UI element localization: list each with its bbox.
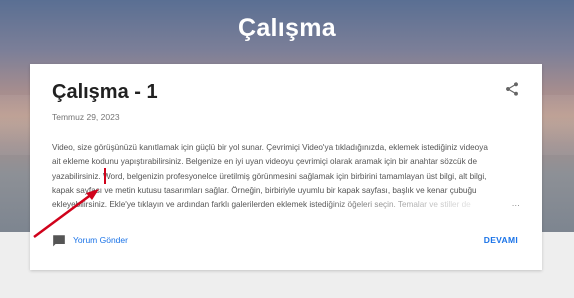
post-date[interactable]: Temmuz 29, 2023 <box>52 112 120 122</box>
snippet-line: ait ekleme kodunu yapıştırabilirsiniz. B… <box>52 157 478 167</box>
share-icon[interactable] <box>504 81 520 97</box>
comment-icon[interactable] <box>52 234 66 247</box>
blog-title[interactable]: Çalışma <box>0 14 574 43</box>
read-more-link[interactable]: DEVAMI <box>484 235 518 245</box>
snippet-fade <box>312 199 522 213</box>
snippet-line: Video, size görüşünüzü kanıtlamak için g… <box>52 143 488 152</box>
snippet-line: kapak sayfası ve metin kutusu tasarımlar… <box>52 185 477 195</box>
post-title[interactable]: Çalışma - 1 <box>52 81 158 104</box>
comment-link[interactable]: Yorum Gönder <box>73 235 128 245</box>
snippet-line: yazabilirsiniz. Word, belgenizin profesy… <box>52 171 487 181</box>
post-card: Çalışma - 1 Temmuz 29, 2023 Video, size … <box>30 64 542 270</box>
snippet-ellipsis: … <box>511 198 521 208</box>
text-cursor-marker <box>104 168 106 184</box>
post-snippet: Video, size görüşünüzü kanıtlamak için g… <box>52 141 522 213</box>
